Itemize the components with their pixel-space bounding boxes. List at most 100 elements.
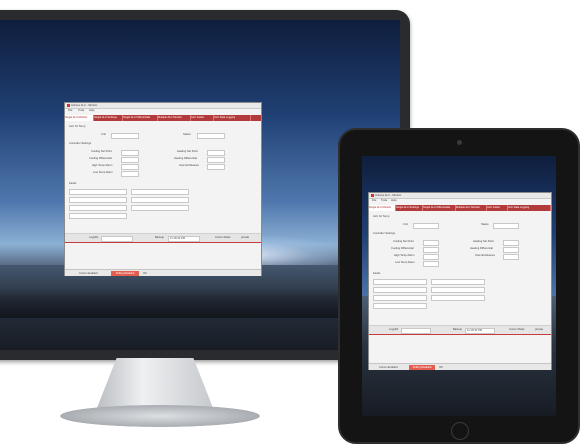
tablet-tab-single-alc-settings[interactable]: Single ALC Settings: [396, 205, 423, 211]
fault-field-7[interactable]: [69, 213, 127, 219]
tab-single-alc-settings[interactable]: Single ALC Settings: [94, 115, 123, 121]
tablet-heating-differential-label: Heating Differential: [470, 247, 493, 250]
tablet-logsdir-label: LogsDir: [389, 328, 399, 331]
tablet-cooling-set-point-label: Cooling Set Point: [393, 240, 414, 243]
tablet-backup-value: 11:18:40 PM: [467, 328, 483, 332]
polling-toggle-button[interactable]: Polling Disabled: [111, 270, 139, 276]
tablet-home-button[interactable]: [451, 422, 469, 440]
tab-multiple-alc-monitor[interactable]: Multiple ALC Monitor: [158, 115, 191, 121]
menu-bar: File Tools Help: [65, 109, 261, 114]
fault-field-1[interactable]: [69, 189, 127, 195]
cooling-differential-field[interactable]: [121, 157, 139, 163]
status-field[interactable]: [197, 133, 225, 139]
tab-single-alc-differentials[interactable]: Single ALC Differentials: [123, 115, 158, 121]
low-temp-alarm-label: Low Temp Alarm: [93, 171, 113, 174]
tablet-tab-alc-data-logging[interactable]: ALC Data Logging: [508, 205, 551, 211]
menu-tools[interactable]: Tools: [78, 109, 84, 112]
backup-field[interactable]: 11:18:40 PM: [168, 235, 200, 242]
backup-value: 11:18:40 PM: [170, 236, 186, 240]
interval-measure-field[interactable]: [207, 164, 225, 170]
tablet-comm-mode-label: Comm Mode: [509, 328, 525, 331]
ok-label[interactable]: OK: [143, 272, 147, 275]
fault-field-5[interactable]: [69, 205, 127, 211]
tablet-fault-field-3[interactable]: [373, 287, 427, 293]
heating-differential-field[interactable]: [207, 157, 225, 163]
tablet-low-temp-alarm-label: Low Temp Alarm: [395, 261, 415, 264]
tablet-cooling-differential-field[interactable]: [423, 247, 439, 253]
tablet-menu-help[interactable]: Help: [391, 199, 397, 202]
tablet-backup-field[interactable]: 11:18:40 PM: [465, 327, 495, 334]
tablet-section-alc: ALC for Temp: [373, 215, 390, 218]
low-temp-alarm-field[interactable]: [121, 171, 139, 177]
tablet-comm-enabled-label: Comm Enabled: [379, 365, 398, 369]
fault-field-3[interactable]: [69, 197, 127, 203]
tablet-high-temp-alarm-field[interactable]: [423, 254, 439, 260]
faults-label: Faults: [69, 182, 77, 185]
cooling-differential-label: Cooling Differential: [89, 157, 112, 160]
tablet-tab-single-alc-differentials[interactable]: Single ALC Differentials: [423, 205, 456, 211]
menu-file[interactable]: File: [68, 109, 72, 112]
tablet-fault-field-4[interactable]: [431, 287, 485, 293]
logsdir-field[interactable]: [101, 235, 133, 242]
status-label: Status: [183, 133, 191, 136]
tab-alc-data-logging[interactable]: ALC Data Logging: [214, 115, 251, 121]
menu-help[interactable]: Help: [89, 109, 95, 112]
tablet-status-field[interactable]: [493, 223, 519, 229]
app-icon: [67, 104, 70, 107]
tablet-tab-bar: Single ALC Monitor Single ALC Settings S…: [369, 205, 551, 211]
divider-line: [65, 242, 261, 243]
tablet-fault-field-7[interactable]: [373, 303, 427, 309]
heating-set-point-field[interactable]: [207, 150, 225, 156]
comm-mode-label: Comm Mode: [215, 236, 231, 239]
tablet-fault-field-1[interactable]: [373, 279, 427, 285]
unit-field[interactable]: [111, 133, 139, 139]
tablet-backup-label: Backup: [453, 328, 462, 331]
tablet-fault-field-6[interactable]: [431, 295, 485, 301]
tablet-tab-single-alc-monitor[interactable]: Single ALC Monitor: [369, 205, 396, 211]
tablet-logsdir-field[interactable]: [401, 327, 431, 334]
tablet-heating-set-point-field[interactable]: [503, 240, 519, 246]
backup-label: Backup: [155, 236, 164, 239]
interval-measure-label: Interval Measure: [179, 164, 200, 167]
tablet-screen: Holmes ALC - Monitor File Tools Help Sin…: [362, 156, 556, 416]
tablet-menu-file[interactable]: File: [372, 199, 376, 202]
high-temp-alarm-field[interactable]: [121, 164, 139, 170]
tablet-ok-label[interactable]: OK: [439, 366, 443, 369]
tablet-heating-differential-field[interactable]: [503, 247, 519, 253]
comm-enabled-label: Comm Enabled: [79, 271, 98, 275]
tablet-polling-toggle-button[interactable]: Polling Disabled: [409, 364, 435, 370]
controller-settings-label: Controller Settings: [69, 142, 92, 145]
tablet-status-bar: Comm Enabled Polling Disabled OK: [369, 363, 551, 370]
tab-alc-faults[interactable]: ALC Faults: [191, 115, 214, 121]
tablet-unit-field[interactable]: [413, 223, 439, 229]
cooling-set-point-label: Cooling Set Point: [91, 150, 112, 153]
tablet-interval-measure-field[interactable]: [503, 254, 519, 260]
high-temp-alarm-label: High Temp Alarm: [92, 164, 113, 167]
window-title: Holmes ALC - Monitor: [71, 103, 98, 107]
cooling-set-point-field[interactable]: [121, 150, 139, 156]
tablet-tab-multiple-alc-monitor[interactable]: Multiple ALC Monitor: [456, 205, 487, 211]
tablet-low-temp-alarm-field[interactable]: [423, 261, 439, 267]
status-bar: Comm Enabled Polling Disabled OK: [65, 269, 261, 276]
tablet-fault-field-5[interactable]: [373, 295, 427, 301]
tablet-window-title: Holmes ALC - Monitor: [375, 193, 402, 197]
monitor-stand-foot: [60, 405, 260, 427]
tablet-cooling-differential-label: Cooling Differential: [391, 247, 414, 250]
tablet-faults-label: Faults: [373, 272, 381, 275]
fault-field-6[interactable]: [131, 205, 189, 211]
unit-label: Unit: [101, 133, 106, 136]
fault-field-2[interactable]: [131, 189, 189, 195]
logsdir-label: LogsDir: [89, 236, 99, 239]
tablet-interval-measure-label: Interval Measure: [475, 254, 496, 257]
fault-field-4[interactable]: [131, 197, 189, 203]
tablet-comm-mode-value: private: [535, 328, 544, 331]
tab-single-alc-monitor[interactable]: Single ALC Monitor: [65, 115, 94, 121]
heating-differential-label: Heating Differential: [174, 157, 197, 160]
tablet-cooling-set-point-field[interactable]: [423, 240, 439, 246]
tablet-menu-tools[interactable]: Tools: [381, 199, 387, 202]
tablet-tab-alc-faults[interactable]: ALC Faults: [487, 205, 508, 211]
tab-bar: Single ALC Monitor Single ALC Settings S…: [65, 115, 261, 121]
tablet-app-icon: [371, 194, 374, 197]
tablet-fault-field-2[interactable]: [431, 279, 485, 285]
tablet-camera: [457, 140, 462, 145]
